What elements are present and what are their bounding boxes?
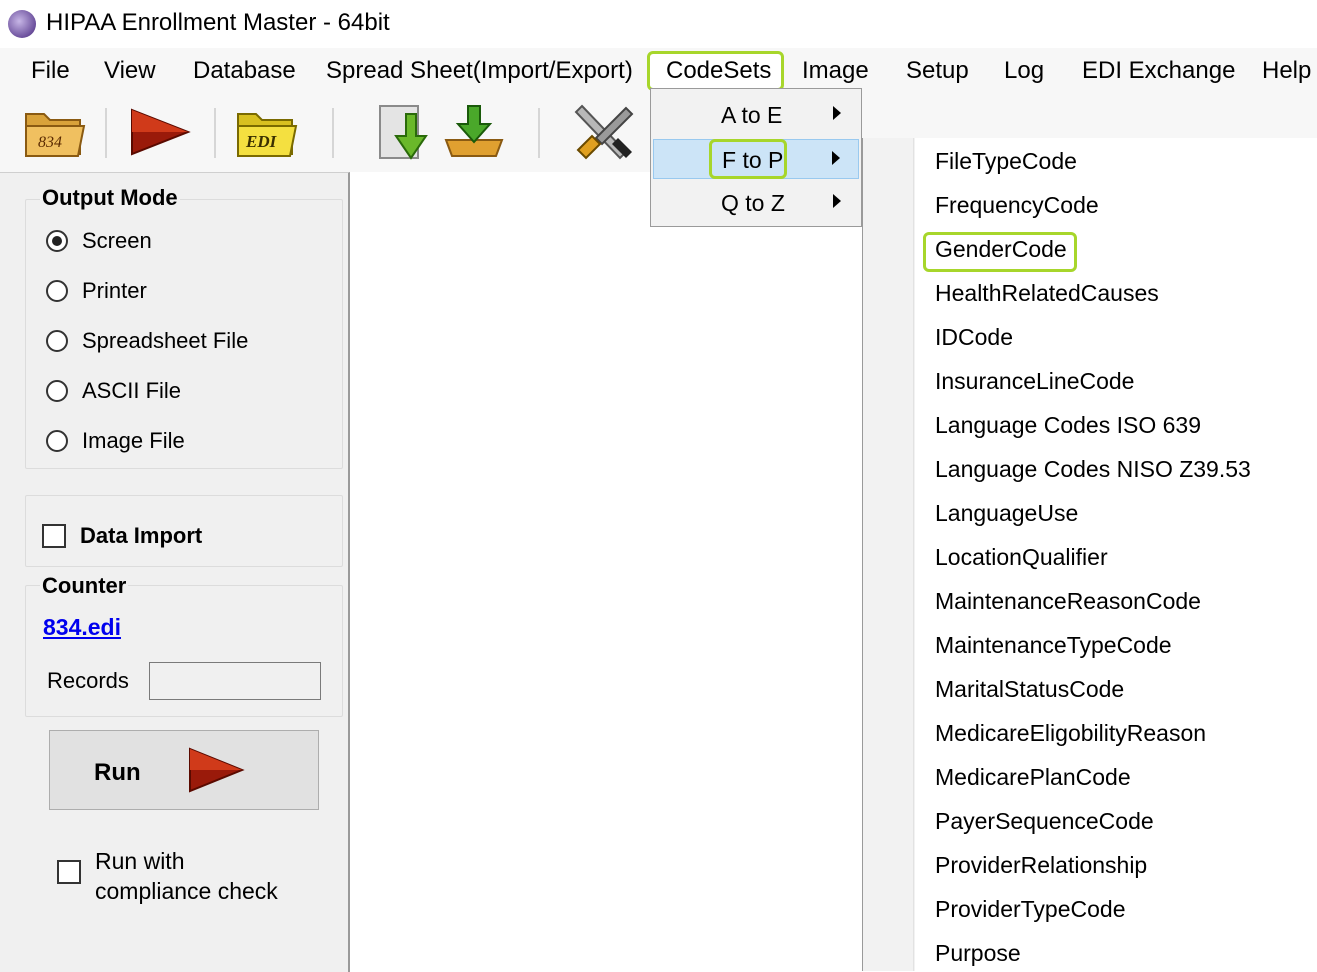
submenu-item-purpose[interactable]: Purpose	[935, 940, 1021, 967]
run-label: Run	[94, 759, 141, 786]
radio-label: Printer	[82, 278, 147, 303]
radio-button[interactable]	[46, 380, 68, 402]
menu-setup[interactable]: Setup	[906, 57, 969, 85]
toolbar-separator	[105, 108, 107, 158]
data-import-label: Data Import	[80, 523, 203, 548]
records-field[interactable]	[149, 662, 321, 700]
submenu-item-medicareplancode[interactable]: MedicarePlanCode	[935, 764, 1131, 791]
submenu-item-providerrelationship[interactable]: ProviderRelationship	[935, 852, 1147, 879]
submenu-item-languageuse[interactable]: LanguageUse	[935, 500, 1078, 527]
folder-834-icon: 834	[25, 113, 86, 157]
submenu-item-locationqualifier[interactable]: LocationQualifier	[935, 544, 1108, 571]
download-document-icon	[379, 105, 428, 160]
submenu-item-language-codes-niso[interactable]: Language Codes NISO Z39.53	[935, 456, 1251, 483]
submenu-arrow-icon	[833, 194, 841, 208]
menu-item-a-to-e[interactable]: A to E	[653, 95, 859, 135]
tools-icon	[574, 104, 634, 160]
run-arrow-icon	[131, 108, 191, 156]
open-edi-button[interactable]: EDI	[234, 100, 298, 164]
submenu-item-providertypecode[interactable]: ProviderTypeCode	[935, 896, 1126, 923]
output-mode-title: Output Mode	[40, 185, 180, 211]
radio-label: ASCII File	[82, 378, 182, 403]
menu-spreadsheet[interactable]: Spread Sheet(Import/Export)	[326, 57, 633, 85]
records-label: Records	[47, 668, 129, 693]
radio-label: Screen	[82, 228, 152, 253]
menu-item-label: A to E	[721, 102, 783, 128]
submenu-item-gendercode[interactable]: GenderCode	[935, 236, 1067, 263]
run-button[interactable]: Run	[49, 730, 319, 810]
window-title: HIPAA Enrollment Master - 64bit	[46, 9, 390, 36]
submenu-item-insurancelinecode[interactable]: InsuranceLineCode	[935, 368, 1134, 395]
radio-image-file[interactable]: Image File	[46, 425, 185, 457]
submenu-item-frequencycode[interactable]: FrequencyCode	[935, 192, 1099, 219]
submenu-item-maintenancereasoncode[interactable]: MaintenanceReasonCode	[935, 588, 1201, 615]
import-tray-icon	[444, 105, 504, 157]
submenu-item-idcode[interactable]: IDCode	[935, 324, 1013, 351]
compliance-label: Run with compliance check	[95, 846, 278, 906]
radio-button[interactable]	[46, 280, 68, 302]
content-toolbar-strip	[862, 94, 1317, 139]
run-arrow-icon	[189, 747, 245, 793]
submenu-item-medicareeligobilityreason[interactable]: MedicareEligobilityReason	[935, 720, 1206, 747]
menu-database[interactable]: Database	[193, 57, 296, 85]
menu-codesets[interactable]: CodeSets	[666, 57, 771, 85]
folder-edi-label: EDI	[245, 132, 278, 151]
compliance-label-line1: Run with	[95, 848, 185, 874]
app-logo-icon	[8, 10, 36, 38]
toolbar-separator	[538, 108, 540, 158]
menu-image[interactable]: Image	[802, 57, 869, 85]
submenu-item-maritalstatuscode[interactable]: MaritalStatusCode	[935, 676, 1124, 703]
codesets-menu: A to E F to P Q to Z	[650, 88, 862, 227]
radio-spreadsheet-file[interactable]: Spreadsheet File	[46, 325, 248, 357]
radio-button[interactable]	[46, 330, 68, 352]
open-834-button[interactable]: 834	[22, 100, 86, 164]
radio-screen[interactable]: Screen	[46, 225, 152, 257]
menu-help[interactable]: Help	[1262, 57, 1311, 85]
submenu-item-healthrelatedcauses[interactable]: HealthRelatedCauses	[935, 280, 1159, 307]
compliance-label-line2: compliance check	[95, 878, 278, 904]
toolbar	[0, 94, 650, 172]
tools-button[interactable]	[572, 100, 638, 164]
menu-view[interactable]: View	[104, 57, 156, 85]
run-toolbar-button[interactable]	[128, 100, 192, 164]
radio-ascii-file[interactable]: ASCII File	[46, 375, 181, 407]
menu-edi-exchange[interactable]: EDI Exchange	[1082, 57, 1235, 85]
radio-button[interactable]	[46, 430, 68, 452]
file-link-834-edi[interactable]: 834.edi	[43, 614, 121, 641]
submenu-arrow-icon	[833, 106, 841, 120]
menu-item-label: Q to Z	[721, 190, 785, 216]
download-button[interactable]	[376, 100, 434, 164]
radio-label: Image File	[82, 428, 185, 453]
folder-834-label: 834	[38, 134, 62, 151]
radio-button-selected[interactable]	[46, 230, 68, 252]
f-to-p-submenu: FileTypeCode FrequencyCode GenderCode He…	[862, 138, 1317, 971]
folder-edi-icon: EDI	[237, 113, 298, 157]
menu-gutter	[863, 138, 914, 971]
compliance-checkbox[interactable]	[57, 860, 81, 884]
toolbar-separator	[332, 108, 334, 158]
submenu-item-payersequencecode[interactable]: PayerSequenceCode	[935, 808, 1154, 835]
data-import-checkbox[interactable]	[42, 524, 66, 548]
submenu-item-maintenancetypecode[interactable]: MaintenanceTypeCode	[935, 632, 1172, 659]
menu-file[interactable]: File	[31, 57, 70, 85]
counter-title: Counter	[40, 573, 129, 599]
radio-label: Spreadsheet File	[82, 328, 249, 353]
submenu-item-filetypecode[interactable]: FileTypeCode	[935, 148, 1077, 175]
menu-item-q-to-z[interactable]: Q to Z	[653, 183, 859, 223]
radio-printer[interactable]: Printer	[46, 275, 147, 307]
data-import-checkbox-row[interactable]: Data Import	[42, 523, 202, 549]
import-button[interactable]	[442, 100, 506, 164]
f-to-p-highlight	[709, 139, 787, 179]
submenu-item-language-codes-iso-639[interactable]: Language Codes ISO 639	[935, 412, 1201, 439]
submenu-arrow-icon	[832, 151, 840, 165]
menu-log[interactable]: Log	[1004, 57, 1044, 85]
toolbar-separator	[214, 108, 216, 158]
